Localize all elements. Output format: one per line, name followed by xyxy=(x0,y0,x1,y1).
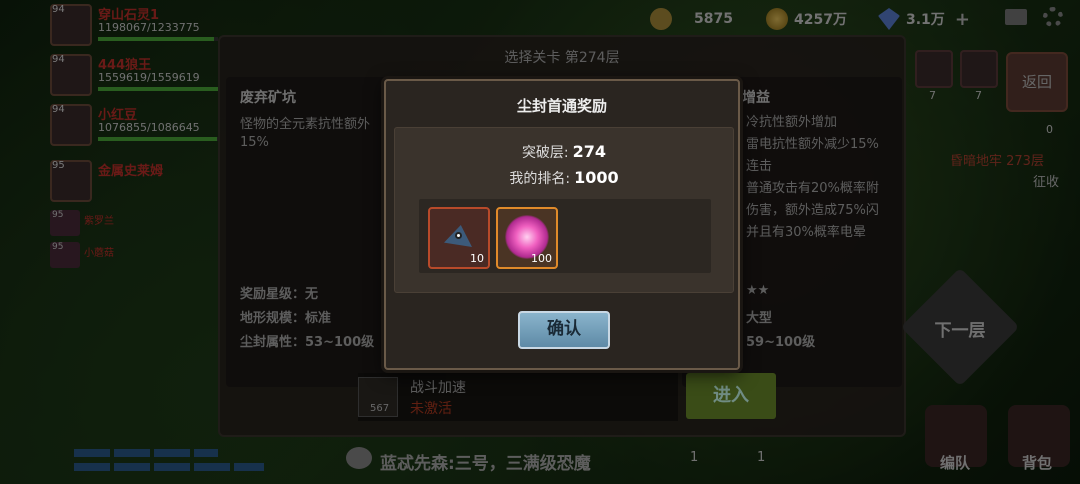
first-clear-reward-dialog: 尘封首通奖励 突破层: 274 我的排名: 1000 10 100 确认 xyxy=(384,79,740,370)
reward-content: 突破层: 274 我的排名: 1000 10 100 xyxy=(394,127,734,293)
rank-value: 1000 xyxy=(574,168,619,187)
rank-row: 我的排名: 1000 xyxy=(395,168,733,188)
shard-eye-icon xyxy=(455,232,462,239)
reward-item[interactable]: 10 xyxy=(428,207,490,269)
reward-qty: 100 xyxy=(531,252,552,265)
floor-label: 突破层: xyxy=(521,145,569,161)
rank-label: 我的排名: xyxy=(509,171,571,187)
floor-value: 274 xyxy=(572,142,607,161)
confirm-button[interactable]: 确认 xyxy=(518,311,610,349)
reward-item[interactable]: 100 xyxy=(496,207,558,269)
reward-qty: 10 xyxy=(470,252,484,265)
dialog-title: 尘封首通奖励 xyxy=(516,97,607,115)
floor-row: 突破层: 274 xyxy=(395,142,733,162)
reward-list: 10 100 xyxy=(419,199,711,273)
